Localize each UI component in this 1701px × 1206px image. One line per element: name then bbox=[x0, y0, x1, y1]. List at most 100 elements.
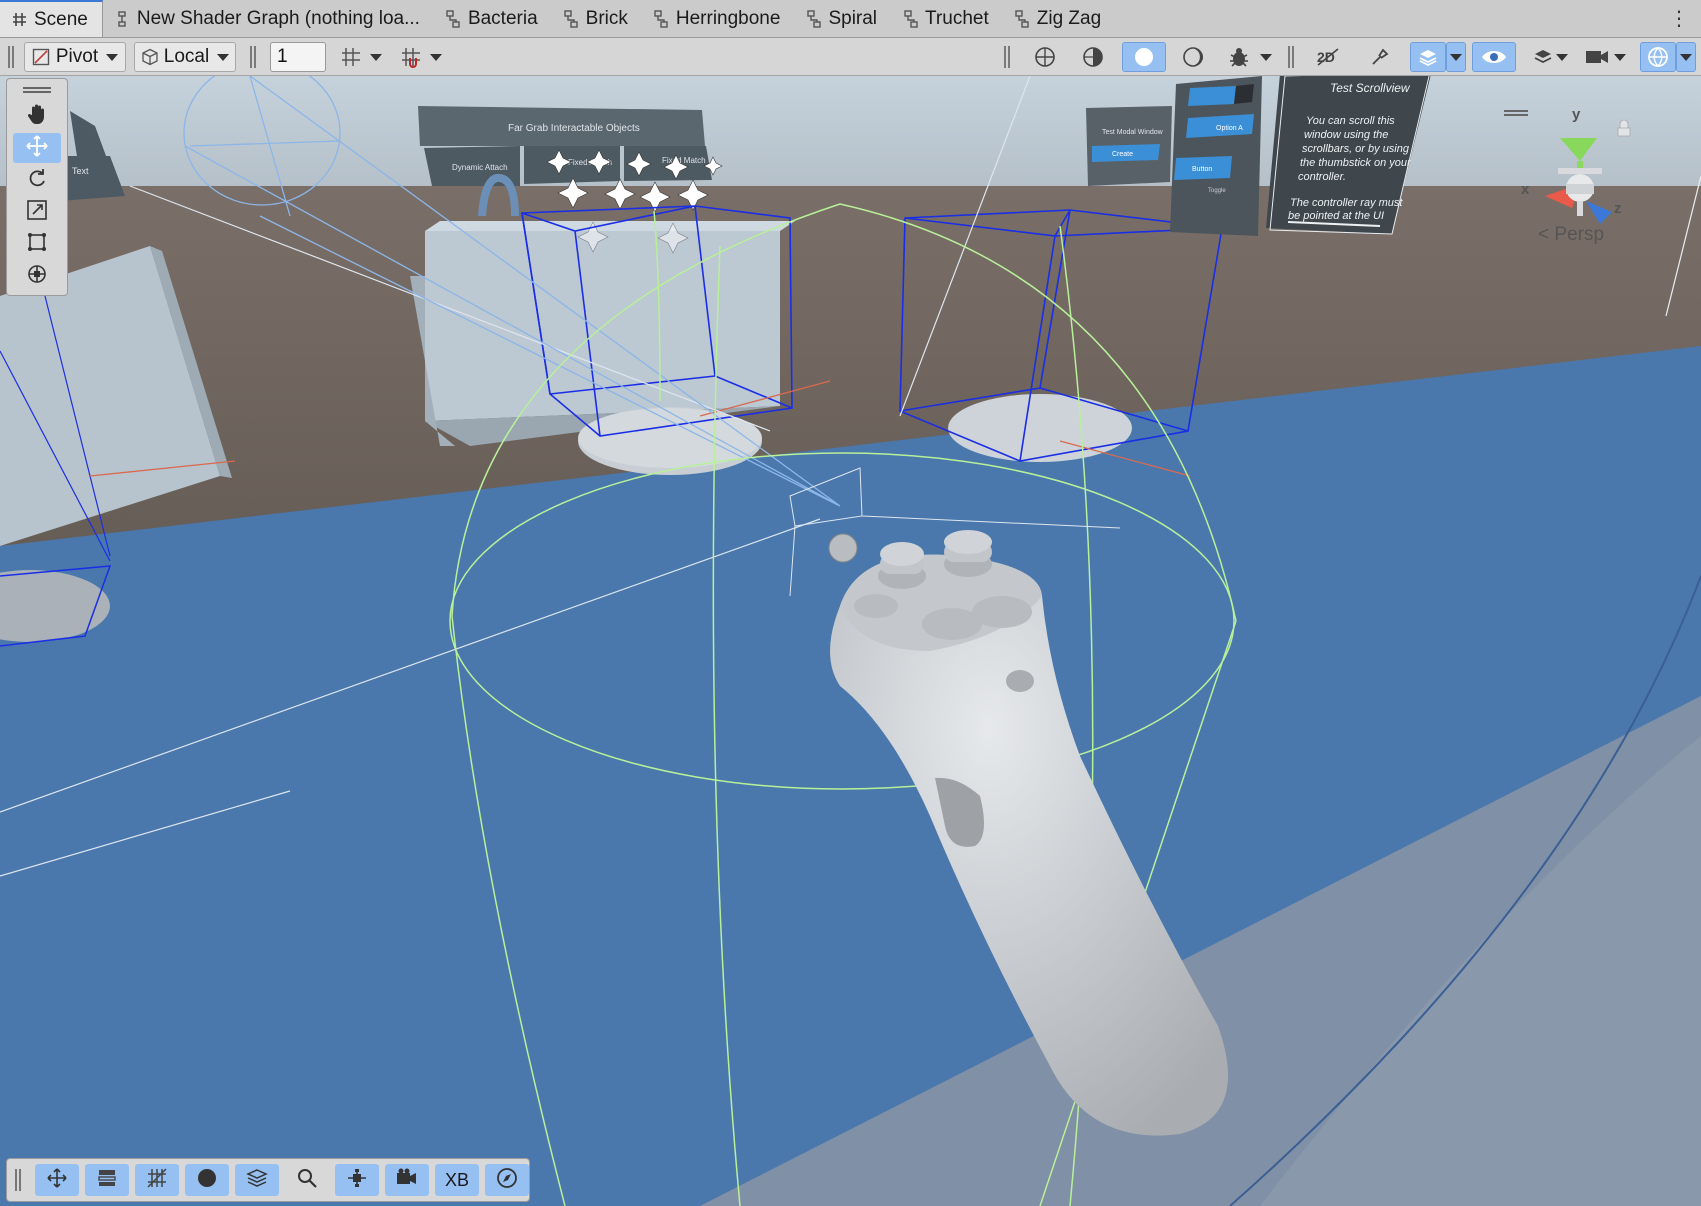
panel-button-label: Fixed Match bbox=[662, 156, 706, 165]
ui-option: Option A bbox=[1216, 125, 1243, 132]
toolbar-grip[interactable] bbox=[1004, 46, 1010, 68]
grid-snap-overlay-button[interactable] bbox=[135, 1164, 179, 1196]
hand-icon bbox=[26, 103, 48, 130]
hand-tool-button[interactable] bbox=[13, 101, 61, 131]
compass-icon bbox=[496, 1167, 518, 1194]
scene-render: Far Grab Interactable Objects Dynamic At… bbox=[0, 76, 1701, 1206]
local-label: Local bbox=[163, 46, 210, 67]
debug-bug-icon[interactable] bbox=[1222, 42, 1256, 72]
gizmo-x-label[interactable]: x bbox=[1521, 181, 1529, 198]
visibility-eye-icon[interactable] bbox=[1472, 42, 1516, 72]
tab-zig-zag[interactable]: Zig Zag bbox=[1003, 0, 1115, 37]
scroll-body-line: You can scroll this bbox=[1306, 115, 1395, 127]
scale-tool-button[interactable] bbox=[13, 197, 61, 227]
layers-overlay-button[interactable] bbox=[235, 1164, 279, 1196]
gizmos-globe-icon[interactable] bbox=[1640, 42, 1676, 72]
tab-scene[interactable]: Scene bbox=[0, 0, 103, 37]
pivot-dropdown[interactable]: Pivot bbox=[24, 42, 126, 72]
grid-snap-icon[interactable] bbox=[336, 42, 366, 72]
grid-hash-icon bbox=[12, 12, 27, 27]
tab-bacteria[interactable]: Bacteria bbox=[434, 0, 552, 37]
xb-label: XB bbox=[444, 1169, 469, 1190]
gizmo-grip[interactable] bbox=[1504, 110, 1528, 116]
pivot-overlay-button[interactable] bbox=[335, 1164, 379, 1196]
toolbar-grip[interactable] bbox=[250, 46, 256, 68]
shader-graph-icon bbox=[1015, 9, 1030, 28]
local-dropdown[interactable]: Local bbox=[134, 42, 236, 72]
overlay-grip[interactable] bbox=[15, 1169, 21, 1191]
sphere-overlay-button[interactable] bbox=[185, 1164, 229, 1196]
transform-tool-button[interactable] bbox=[13, 261, 61, 291]
effects-dropdown[interactable] bbox=[1446, 42, 1466, 72]
chevron-down-icon bbox=[1556, 53, 1568, 61]
draw-mode-globe-icon[interactable] bbox=[1026, 42, 1064, 72]
tab-label: Bacteria bbox=[467, 7, 538, 29]
scroll-body-line: be pointed at the UI bbox=[1288, 210, 1384, 222]
bottom-overlay-toolbar: XB bbox=[6, 1158, 530, 1202]
projection-label: Persp bbox=[1554, 224, 1605, 245]
toolbar-grip[interactable] bbox=[8, 46, 14, 68]
scroll-title: Test Scrollview bbox=[1330, 81, 1411, 95]
2d-toggle-icon[interactable]: 2D bbox=[1308, 42, 1348, 72]
sliders-overlay-button[interactable] bbox=[85, 1164, 129, 1196]
gizmo-z-label[interactable]: z bbox=[1614, 200, 1622, 217]
increment-snap-dropdown[interactable] bbox=[426, 42, 446, 72]
gizmos-dropdown[interactable] bbox=[1676, 42, 1696, 72]
lighting-toggle-icon[interactable] bbox=[1360, 42, 1400, 72]
shader-graph-icon bbox=[903, 9, 918, 28]
compass-overlay-button[interactable] bbox=[485, 1164, 529, 1196]
toolbar-grip[interactable] bbox=[1288, 46, 1294, 68]
move-overlay-button[interactable] bbox=[35, 1164, 79, 1196]
shading-half-icon[interactable] bbox=[1074, 42, 1112, 72]
rotate-icon bbox=[26, 167, 48, 194]
tab-new-shader-graph[interactable]: New Shader Graph (nothing loa... bbox=[103, 0, 434, 37]
camera-icon[interactable] bbox=[1580, 42, 1614, 72]
editor-tab-bar: Scene New Shader Graph (nothing loa... B… bbox=[0, 0, 1701, 38]
panel-title: Far Grab Interactable Objects bbox=[508, 123, 640, 134]
effects-layers-icon[interactable] bbox=[1410, 42, 1446, 72]
layers-dropdown[interactable] bbox=[1552, 42, 1572, 72]
grid-size-field[interactable]: 1 bbox=[270, 42, 326, 72]
tab-label: Truchet bbox=[925, 7, 989, 29]
projection-toggle[interactable]: < Persp bbox=[1538, 224, 1604, 246]
layers-stack-icon bbox=[245, 1167, 269, 1194]
move-tool-button[interactable] bbox=[13, 133, 61, 163]
camera-video-icon bbox=[395, 1167, 419, 1194]
tab-truchet[interactable]: Truchet bbox=[891, 0, 1003, 37]
chevron-left-icon: < bbox=[1538, 224, 1550, 245]
tab-brick[interactable]: Brick bbox=[552, 0, 642, 37]
overlay-grip[interactable] bbox=[23, 87, 51, 93]
camera-dropdown[interactable] bbox=[1610, 42, 1630, 72]
tab-spiral[interactable]: Spiral bbox=[794, 0, 891, 37]
search-overlay-button[interactable] bbox=[285, 1164, 329, 1196]
svg-text:2D: 2D bbox=[1317, 49, 1335, 65]
grid-snap-icon bbox=[146, 1167, 168, 1194]
shading-outline-icon[interactable] bbox=[1174, 42, 1212, 72]
tab-herringbone[interactable]: Herringbone bbox=[642, 0, 795, 37]
gizmo-y-label[interactable]: y bbox=[1572, 106, 1580, 123]
move-icon bbox=[46, 1167, 68, 1194]
rect-transform-icon bbox=[26, 231, 48, 258]
shader-graph-icon bbox=[806, 9, 821, 28]
tab-label: Zig Zag bbox=[1036, 7, 1102, 29]
rotate-tool-button[interactable] bbox=[13, 165, 61, 195]
shading-solid-icon[interactable] bbox=[1122, 42, 1166, 72]
scene-viewport[interactable]: Far Grab Interactable Objects Dynamic At… bbox=[0, 76, 1701, 1206]
tab-label: New Shader Graph (nothing loa... bbox=[136, 7, 420, 29]
rect-tool-button[interactable] bbox=[13, 229, 61, 259]
ui-button: Button bbox=[1192, 166, 1212, 173]
shader-graph-icon bbox=[564, 9, 579, 28]
camera-overlay-button[interactable] bbox=[385, 1164, 429, 1196]
xb-overlay-button[interactable]: XB bbox=[435, 1164, 479, 1196]
increment-snap-icon[interactable] bbox=[396, 42, 426, 72]
scroll-body-line: The controller ray must bbox=[1290, 197, 1403, 209]
modal-title: Test Modal Window bbox=[1102, 129, 1164, 136]
pivot-icon bbox=[32, 48, 50, 66]
grid-snap-dropdown[interactable] bbox=[366, 42, 386, 72]
more-options-icon[interactable]: ⋮ bbox=[1669, 6, 1689, 31]
chevron-down-icon bbox=[1680, 53, 1692, 61]
debug-dropdown[interactable] bbox=[1256, 42, 1276, 72]
scroll-body-line: the thumbstick on your bbox=[1300, 157, 1412, 169]
modal-button: Create bbox=[1112, 151, 1133, 158]
pivot-label: Pivot bbox=[55, 46, 99, 67]
